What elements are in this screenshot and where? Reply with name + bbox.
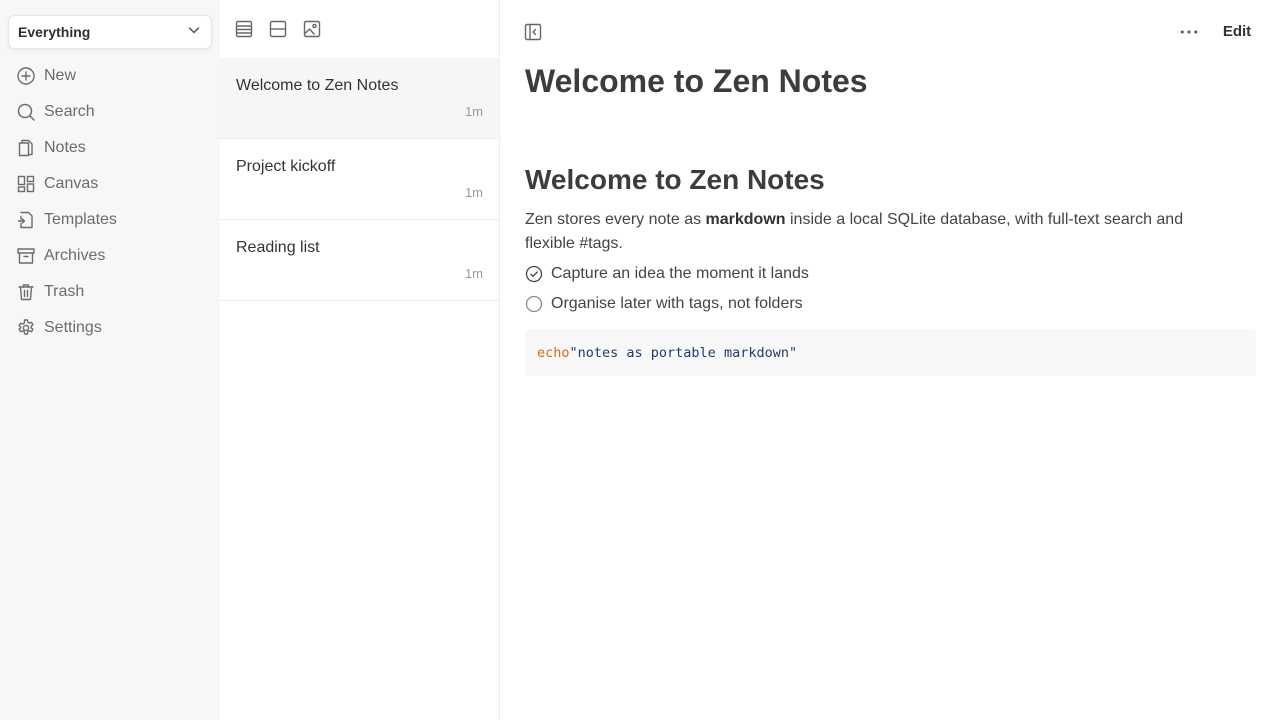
sidebar-item-archives[interactable]: Archives <box>0 238 220 274</box>
edit-button[interactable]: Edit <box>1210 23 1264 43</box>
note-title: Project kickoff <box>236 158 336 175</box>
sidebar-item-label: Search <box>44 103 95 120</box>
sidebar-nav: New Search Notes Canvas Templates Archiv… <box>0 58 220 346</box>
task-list: Capture an idea the moment it lands Orga… <box>525 259 1256 319</box>
sidebar-item-notes[interactable]: Notes <box>0 130 220 166</box>
notes-icon <box>16 138 36 158</box>
note-list-item[interactable]: Reading list 1m <box>220 220 499 301</box>
task-label: Capture an idea the moment it lands <box>551 265 809 282</box>
note-list-item[interactable]: Welcome to Zen Notes 1m <box>220 58 499 139</box>
sidebar-item-label: New <box>44 67 77 84</box>
sidebar: Everything New Search Notes Canvas Templ… <box>0 0 220 720</box>
content-heading: Welcome to Zen Notes <box>525 164 825 195</box>
task-label: Organise later with tags, not folders <box>551 295 803 312</box>
sidebar-item-templates[interactable]: Templates <box>0 202 220 238</box>
chevron-down-icon <box>187 23 201 42</box>
list-toolbar <box>220 0 499 58</box>
note-editor: Edit Welcome to Zen Notes Welcome to Zen… <box>500 0 1280 720</box>
note-time: 1m <box>464 266 483 281</box>
note-time: 1m <box>464 104 483 119</box>
note-list-pane: Welcome to Zen Notes 1m Project kickoff … <box>220 0 500 720</box>
checked-circle-icon[interactable] <box>525 265 543 283</box>
sidebar-item-trash[interactable]: Trash <box>0 274 220 310</box>
code-string: "notes as portable markdown" <box>569 344 798 361</box>
sidebar-item-label: Notes <box>44 139 86 156</box>
task-item: Capture an idea the moment it lands <box>525 259 1256 289</box>
sidebar-item-search[interactable]: Search <box>0 94 220 130</box>
note-time: 1m <box>464 185 483 200</box>
card-view-icon[interactable] <box>268 19 288 39</box>
plus-circle-icon <box>16 66 36 86</box>
list-view-icon[interactable] <box>234 19 254 39</box>
trash-icon <box>16 282 36 302</box>
code-block: echo "notes as portable markdown" <box>525 329 1256 376</box>
canvas-icon <box>16 174 36 194</box>
note-title: Reading list <box>236 239 320 256</box>
paragraph-bold-text: markdown <box>705 211 786 228</box>
sidebar-item-label: Trash <box>44 283 85 300</box>
sidebar-item-label: Settings <box>44 319 102 336</box>
sidebar-item-new[interactable]: New <box>0 58 220 94</box>
note-title: Welcome to Zen Notes <box>236 77 399 94</box>
archive-icon <box>16 246 36 266</box>
sidebar-item-label: Canvas <box>44 175 99 192</box>
filter-select-value: Everything <box>18 24 91 40</box>
paragraph-text: Zen stores every note as <box>525 211 706 228</box>
sidebar-item-settings[interactable]: Settings <box>0 310 220 346</box>
content-paragraph: Zen stores every note as markdown inside… <box>525 208 1215 256</box>
code-keyword: echo <box>537 344 570 361</box>
sidebar-collapse-icon[interactable] <box>523 22 543 42</box>
note-content: Welcome to Zen Notes Zen stores every no… <box>525 160 1256 376</box>
unchecked-circle-icon[interactable] <box>525 295 543 313</box>
template-icon <box>16 210 36 230</box>
more-options-icon[interactable] <box>1177 22 1201 42</box>
search-icon <box>16 102 36 122</box>
gear-icon <box>16 318 36 338</box>
filter-select[interactable]: Everything <box>8 15 212 49</box>
page-title: Welcome to Zen Notes <box>525 63 868 99</box>
gallery-view-icon[interactable] <box>302 19 322 39</box>
note-list-item[interactable]: Project kickoff 1m <box>220 139 499 220</box>
sidebar-item-canvas[interactable]: Canvas <box>0 166 220 202</box>
sidebar-item-label: Archives <box>44 247 106 264</box>
task-item: Organise later with tags, not folders <box>525 289 1256 319</box>
sidebar-item-label: Templates <box>44 211 117 228</box>
